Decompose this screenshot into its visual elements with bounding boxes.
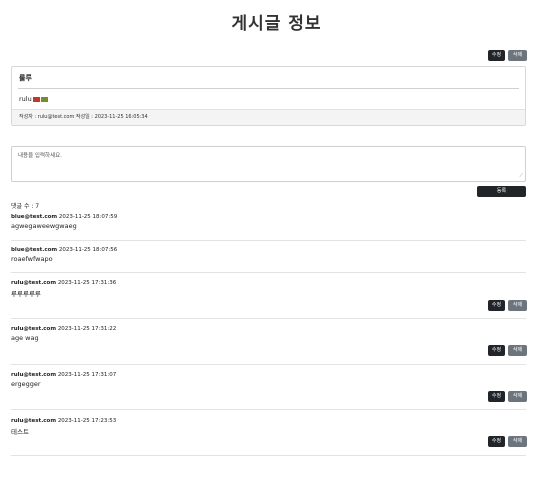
comment-edit-button[interactable]: 수정	[488, 436, 505, 447]
comment-edit-button[interactable]: 수정	[488, 300, 505, 311]
comment-text: roaefwfwapo	[11, 255, 53, 263]
comment-count: 댓글 수 : 7	[11, 203, 40, 210]
comment-time: 2023-11-25 17:31:36	[57, 280, 117, 286]
post-edit-button[interactable]: 수정	[488, 50, 505, 61]
comment-time: 2023-11-25 18:07:59	[58, 214, 118, 220]
comment-item: rulu@test.com 2023-11-25 17:31:36 루루루루루	[11, 280, 526, 298]
post-meta: 작성자 : rulu@test.com 작성일 : 2023-11-25 16:…	[12, 109, 525, 125]
comment-item: rulu@test.com 2023-11-25 17:23:53 테스트	[11, 418, 526, 436]
comment-item: rulu@test.com 2023-11-25 17:31:22 age wa…	[11, 326, 526, 342]
post-body: rulu	[19, 95, 48, 103]
comment-time: 2023-11-25 17:23:53	[57, 418, 117, 424]
comment-author: rulu@test.com	[11, 372, 57, 378]
emoji-green-icon	[40, 96, 48, 102]
comment-author: blue@test.com	[11, 247, 58, 253]
comment-text: agwegaweewgwaeg	[11, 222, 77, 230]
comment-author: rulu@test.com	[11, 326, 57, 332]
comment-delete-button[interactable]: 삭제	[508, 345, 527, 356]
comment-placeholder: 내용을 입력하세요.	[18, 153, 62, 159]
comment-time: 2023-11-25 17:31:07	[57, 372, 117, 378]
comment-text: ergegger	[11, 380, 41, 388]
comment-divider	[11, 455, 526, 456]
comment-time: 2023-11-25 17:31:22	[57, 326, 117, 332]
comment-author: rulu@test.com	[11, 418, 57, 424]
comment-divider	[11, 409, 526, 410]
post-divider	[18, 88, 519, 89]
comment-item: rulu@test.com 2023-11-25 17:31:07 ergegg…	[11, 372, 526, 388]
comment-delete-button[interactable]: 삭제	[508, 391, 527, 402]
post-body-text: rulu	[19, 95, 32, 103]
comment-edit-button[interactable]: 수정	[488, 391, 505, 402]
comment-divider	[11, 272, 526, 273]
comment-divider	[11, 364, 526, 365]
comment-text: 루루루루루	[11, 290, 41, 298]
comment-divider	[11, 240, 526, 241]
emoji-red-icon	[32, 96, 40, 102]
post-card: 룰루 rulu 작성자 : rulu@test.com 작성일 : 2023-1…	[11, 66, 526, 126]
comment-divider	[11, 318, 526, 319]
comment-text: age wag	[11, 334, 39, 342]
comment-text: 테스트	[11, 428, 29, 436]
page-title: 게시글 정보	[231, 14, 322, 34]
resize-handle-icon[interactable]: ⟋	[519, 173, 523, 179]
comment-time: 2023-11-25 18:07:56	[58, 247, 118, 253]
comment-author: rulu@test.com	[11, 280, 57, 286]
comment-author: blue@test.com	[11, 214, 58, 220]
comment-textarea[interactable]: 내용을 입력하세요. ⟋	[11, 146, 526, 182]
comment-delete-button[interactable]: 삭제	[508, 300, 527, 311]
comment-item: blue@test.com 2023-11-25 18:07:59 agwega…	[11, 214, 526, 230]
comment-delete-button[interactable]: 삭제	[508, 436, 527, 447]
comment-edit-button[interactable]: 수정	[488, 345, 505, 356]
comment-submit-button[interactable]: 등록	[477, 186, 526, 197]
post-delete-button[interactable]: 삭제	[508, 50, 527, 61]
comment-item: blue@test.com 2023-11-25 18:07:56 roaefw…	[11, 247, 526, 263]
post-title: 룰루	[19, 74, 32, 82]
